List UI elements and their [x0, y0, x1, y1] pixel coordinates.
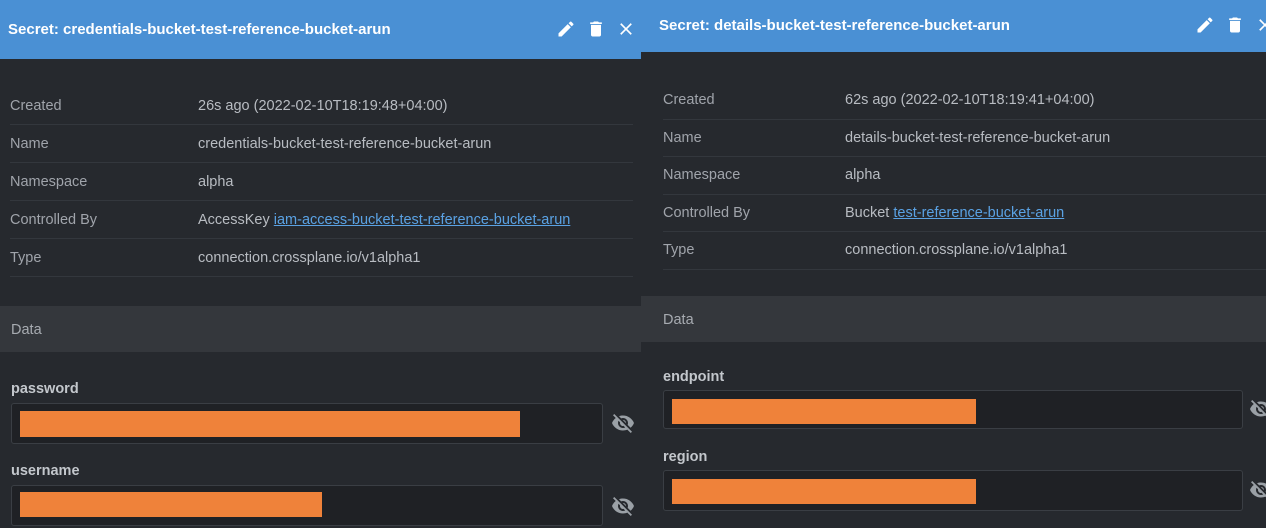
meta-value: AccessKey iam-access-bucket-test-referen… [198, 212, 570, 228]
meta-row-type: Type connection.crossplane.io/v1alpha1 [663, 232, 1266, 270]
panel-header: Secret: credentials-bucket-test-referenc… [0, 0, 641, 59]
meta-key: Namespace [663, 167, 741, 184]
secret-details-panel-left: Secret: credentials-bucket-test-referenc… [0, 0, 641, 528]
redacted-value [672, 479, 976, 504]
owner-link[interactable]: test-reference-bucket-arun [893, 205, 1064, 221]
redacted-value [20, 492, 322, 517]
meta-key: Created [10, 97, 62, 114]
meta-key: Namespace [10, 173, 88, 190]
delete-icon[interactable] [585, 18, 607, 40]
field-label-endpoint: endpoint [663, 369, 725, 385]
delete-icon[interactable] [1224, 14, 1246, 36]
meta-value: connection.crossplane.io/v1alpha1 [198, 249, 421, 266]
meta-value: alpha [198, 173, 234, 190]
close-icon[interactable] [615, 18, 637, 40]
meta-row-name: Name credentials-bucket-test-reference-b… [10, 125, 633, 163]
meta-value: Bucket test-reference-bucket-arun [845, 205, 1064, 221]
field-label-region: region [663, 449, 708, 465]
panel-header: Secret: details-bucket-test-reference-bu… [641, 0, 1266, 52]
eye-off-icon[interactable] [611, 411, 635, 435]
meta-row-namespace: Namespace alpha [10, 163, 633, 201]
meta-value: 62s ago (2022-02-10T18:19:41+04:00) [845, 92, 1095, 109]
panel-title: Secret: details-bucket-test-reference-bu… [659, 17, 1010, 34]
meta-key: Controlled By [663, 204, 751, 221]
meta-value: credentials-bucket-test-reference-bucket… [198, 135, 492, 152]
edit-icon[interactable] [1194, 14, 1216, 36]
meta-value: alpha [845, 167, 881, 184]
eye-off-icon[interactable] [611, 494, 635, 518]
meta-row-created: Created 26s ago (2022-02-10T18:19:48+04:… [10, 87, 633, 125]
meta-key: Controlled By [10, 211, 98, 228]
eye-off-icon[interactable] [1249, 397, 1266, 421]
meta-value: 26s ago (2022-02-10T18:19:48+04:00) [198, 97, 448, 114]
meta-key: Created [663, 92, 715, 109]
redacted-value [672, 399, 976, 424]
meta-key: Name [10, 135, 49, 152]
metadata-table: Created 26s ago (2022-02-10T18:19:48+04:… [0, 87, 641, 277]
meta-value: details-bucket-test-reference-bucket-aru… [845, 129, 1111, 146]
panel-title: Secret: credentials-bucket-test-referenc… [8, 21, 391, 38]
meta-row-name: Name details-bucket-test-reference-bucke… [663, 120, 1266, 157]
edit-icon[interactable] [555, 18, 577, 40]
owner-link[interactable]: iam-access-bucket-test-reference-bucket-… [274, 212, 571, 228]
meta-key: Name [663, 129, 702, 146]
meta-row-type: Type connection.crossplane.io/v1alpha1 [10, 239, 633, 277]
meta-row-namespace: Namespace alpha [663, 157, 1266, 195]
meta-row-controlled-by: Controlled By Bucket test-reference-buck… [663, 195, 1266, 232]
meta-value: connection.crossplane.io/v1alpha1 [845, 242, 1068, 259]
eye-off-icon[interactable] [1249, 478, 1266, 502]
secret-details-panel-right: Secret: details-bucket-test-reference-bu… [641, 0, 1266, 528]
redacted-value [20, 411, 520, 437]
data-section-header: Data [0, 306, 641, 352]
meta-row-controlled-by: Controlled By AccessKey iam-access-bucke… [10, 201, 633, 239]
meta-row-created: Created 62s ago (2022-02-10T18:19:41+04:… [663, 82, 1266, 120]
owner-kind: AccessKey [198, 211, 270, 228]
metadata-table: Created 62s ago (2022-02-10T18:19:41+04:… [641, 82, 1266, 270]
close-icon[interactable] [1254, 14, 1266, 36]
field-label-username: username [11, 463, 80, 479]
meta-key: Type [10, 249, 42, 266]
meta-key: Type [663, 242, 695, 259]
owner-kind: Bucket [845, 204, 890, 221]
data-section-header: Data [641, 296, 1266, 342]
field-label-password: password [11, 381, 79, 397]
